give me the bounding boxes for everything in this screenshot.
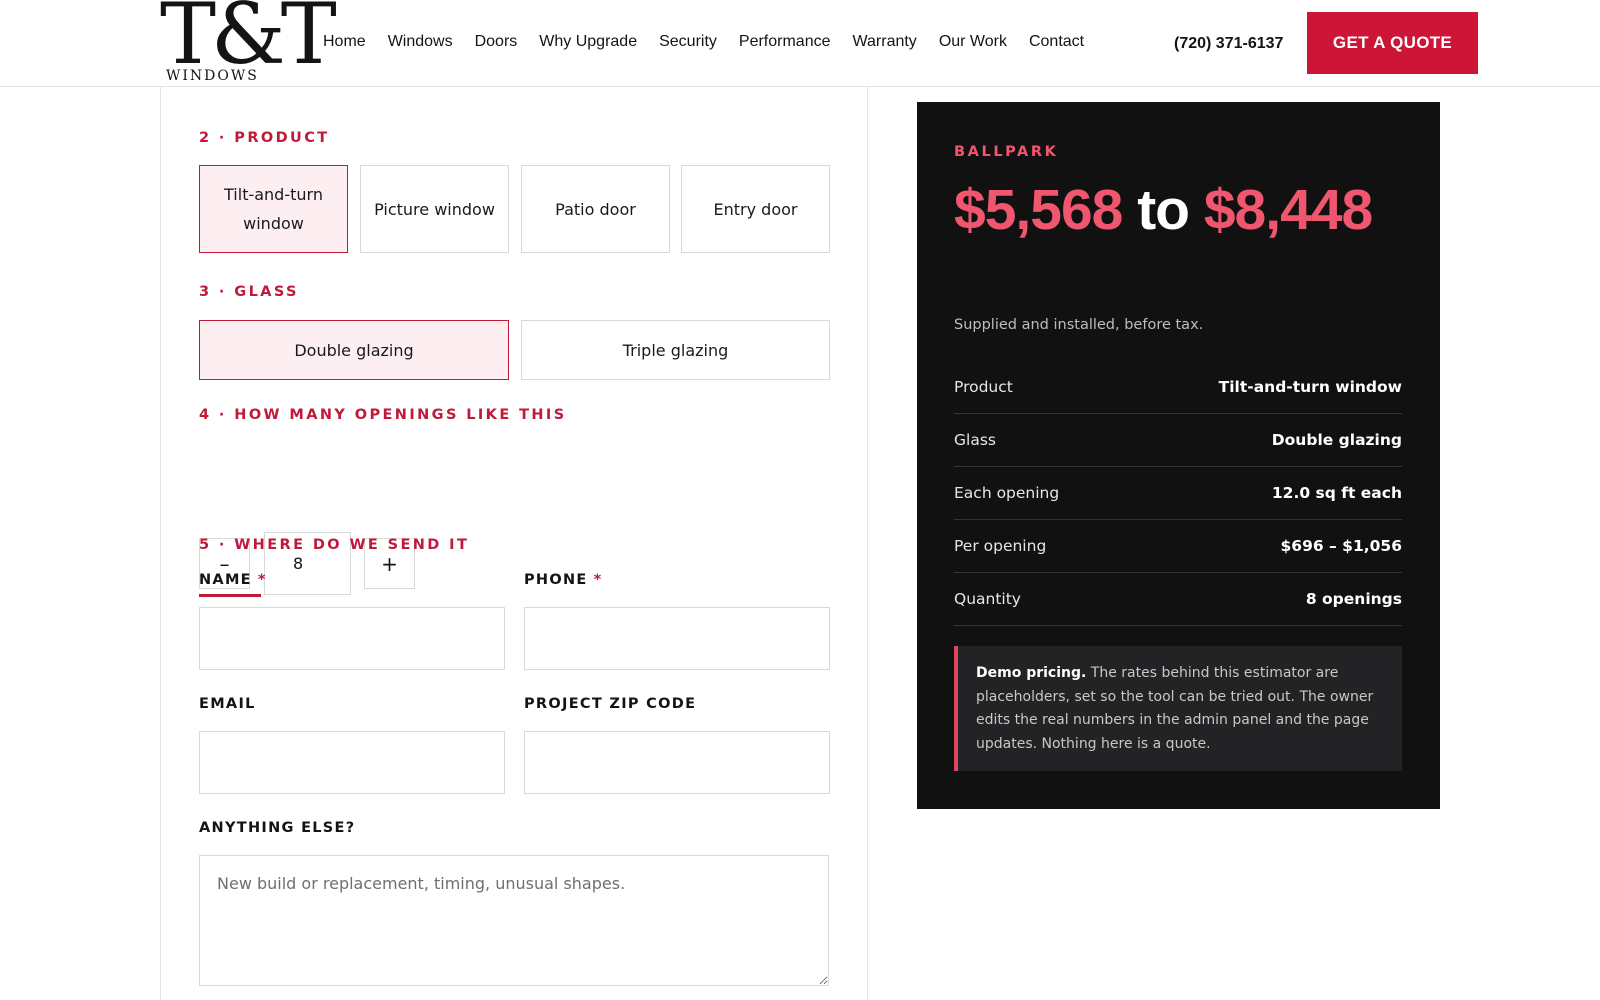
summary-row: Per opening $696 – $1,056 (954, 520, 1402, 573)
nav-warranty[interactable]: Warranty (853, 31, 917, 53)
summary-row: Quantity 8 openings (954, 573, 1402, 626)
price-separator: to (1137, 178, 1190, 242)
summary-value: Double glazing (1271, 431, 1402, 449)
product-option-picture-window[interactable]: Picture window (360, 165, 509, 253)
zip-input[interactable] (524, 731, 830, 794)
nav-doors[interactable]: Doors (475, 31, 518, 53)
contact-section-label: 5 · WHERE DO WE SEND IT (199, 537, 470, 553)
product-option-patio-door[interactable]: Patio door (521, 165, 670, 253)
demo-pricing-notice: Demo pricing. The rates behind this esti… (954, 646, 1402, 771)
summary-value: $696 – $1,056 (1280, 537, 1403, 555)
estimate-summary: Product Tilt-and-turn window Glass Doubl… (954, 361, 1402, 626)
price-range: $5,568 to $8,448 (954, 178, 1414, 242)
stepper-focus-underline (199, 594, 261, 597)
glass-option-double[interactable]: Double glazing (199, 320, 509, 380)
glass-section-label: 3 · GLASS (199, 284, 299, 300)
site-header: T&T WINDOWS Home Windows Doors Why Upgra… (0, 0, 1600, 87)
name-label-text: NAME (199, 572, 252, 588)
product-option-entry-door[interactable]: Entry door (681, 165, 830, 253)
disclaimer-title: Demo pricing. (976, 665, 1087, 681)
summary-value: Tilt-and-turn window (1218, 378, 1402, 396)
summary-row: Glass Double glazing (954, 414, 1402, 467)
summary-key: Quantity (954, 590, 1021, 608)
main-nav: Home Windows Doors Why Upgrade Security … (323, 31, 1084, 53)
nav-home[interactable]: Home (323, 31, 366, 53)
product-option-tilt-and-turn[interactable]: Tilt-and-turn window (199, 165, 348, 253)
price-note: Supplied and installed, before tax. (954, 317, 1204, 333)
price-high: $8,448 (1203, 178, 1373, 242)
phone-input[interactable] (524, 607, 830, 670)
price-low: $5,568 (954, 178, 1123, 242)
nav-why-upgrade[interactable]: Why Upgrade (539, 31, 637, 53)
brand-logo[interactable]: T&T WINDOWS (158, 0, 337, 87)
summary-value: 12.0 sq ft each (1271, 484, 1402, 502)
product-section-label: 2 · PRODUCT (199, 130, 330, 146)
name-field-label: NAME * (199, 570, 267, 590)
nav-contact[interactable]: Contact (1029, 31, 1084, 53)
phone-label-text: PHONE (524, 572, 588, 588)
estimator-form: 2 · PRODUCT Tilt-and-turn window Picture… (160, 87, 868, 1000)
summary-key: Product (954, 378, 1013, 396)
glass-option-triple[interactable]: Triple glazing (521, 320, 830, 380)
required-asterisk: * (257, 572, 267, 588)
summary-key: Per opening (954, 537, 1047, 555)
zip-field-label: PROJECT ZIP CODE (524, 696, 697, 712)
nav-security[interactable]: Security (659, 31, 717, 53)
email-input[interactable] (199, 731, 505, 794)
phone-field-label: PHONE * (524, 570, 603, 590)
quantity-section-label: 4 · HOW MANY OPENINGS LIKE THIS (199, 407, 567, 423)
summary-value: 8 openings (1305, 590, 1402, 608)
estimate-panel: BALLPARK $5,568 to $8,448 Supplied and i… (917, 102, 1440, 809)
get-a-quote-button[interactable]: GET A QUOTE (1307, 12, 1478, 74)
phone-link[interactable]: (720) 371-6137 (1174, 33, 1283, 55)
logo-wordmark: WINDOWS (166, 68, 261, 84)
notes-field-label: ANYTHING ELSE? (199, 820, 356, 836)
name-input[interactable] (199, 607, 505, 670)
summary-key: Each opening (954, 484, 1060, 502)
email-field-label: EMAIL (199, 696, 256, 712)
ballpark-label: BALLPARK (954, 144, 1059, 160)
summary-row: Product Tilt-and-turn window (954, 361, 1402, 414)
nav-performance[interactable]: Performance (739, 31, 831, 53)
nav-windows[interactable]: Windows (388, 31, 453, 53)
required-asterisk: * (593, 572, 603, 588)
notes-textarea[interactable] (199, 855, 829, 986)
summary-row: Each opening 12.0 sq ft each (954, 467, 1402, 520)
summary-key: Glass (954, 431, 996, 449)
nav-our-work[interactable]: Our Work (939, 31, 1007, 53)
